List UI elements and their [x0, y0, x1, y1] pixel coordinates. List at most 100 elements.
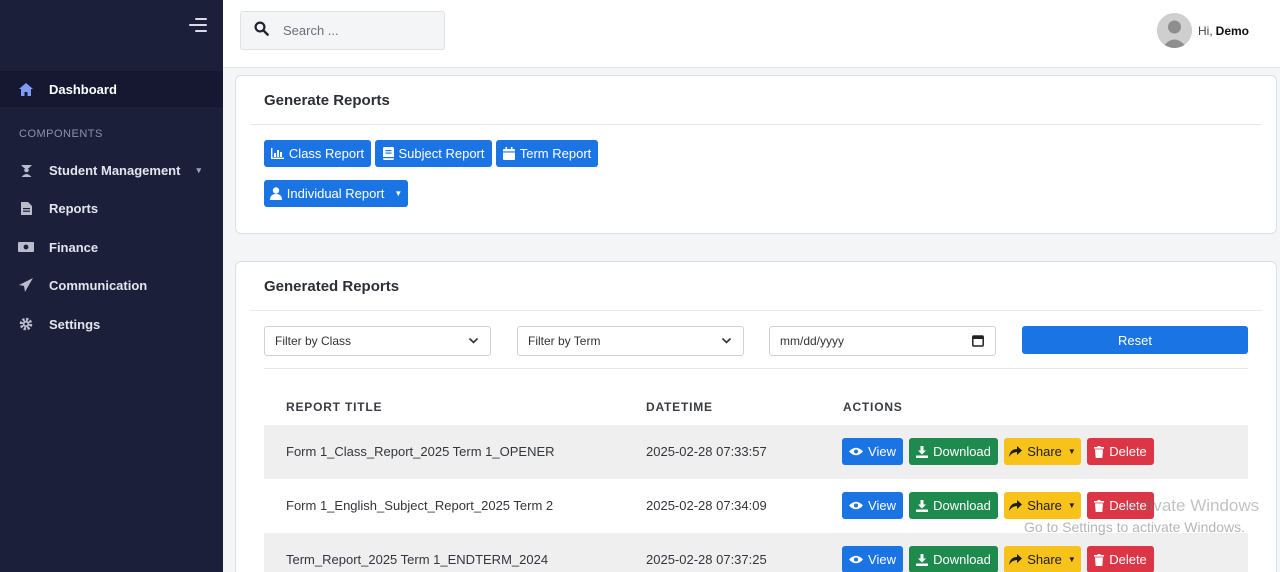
button-label: Delete	[1109, 552, 1147, 567]
button-label: View	[868, 444, 896, 459]
sidebar-item-finance[interactable]: Finance	[0, 229, 223, 265]
filter-term-select[interactable]: Filter by Term	[517, 326, 744, 356]
book-icon	[382, 147, 394, 160]
user-menu[interactable]: Hi, Demo	[1156, 13, 1249, 48]
column-header-title: REPORT TITLE	[286, 400, 383, 414]
button-label: Delete	[1109, 444, 1147, 459]
generate-reports-card: Generate Reports Class Report Subject Re…	[235, 75, 1277, 234]
divider	[250, 124, 1262, 125]
activate-windows-watermark: Activate Windows	[1125, 496, 1260, 515]
report-title: Term_Report_2025 Term 1_ENDTERM_2024	[286, 552, 549, 567]
button-label: Share	[1027, 498, 1062, 513]
report-datetime: 2025-02-28 07:34:09	[646, 498, 767, 513]
date-placeholder: mm/dd/yyyy	[780, 334, 845, 348]
avatar[interactable]	[1156, 13, 1192, 48]
chevron-down-icon	[721, 335, 732, 349]
button-label: Subject Report	[398, 146, 485, 161]
button-label: Download	[933, 552, 991, 567]
view-button[interactable]: View	[842, 492, 903, 519]
money-icon	[18, 239, 34, 255]
date-filter-input[interactable]: mm/dd/yyyy	[769, 326, 996, 356]
sidebar-item-label: Settings	[49, 316, 101, 332]
report-title: Form 1_Class_Report_2025 Term 1_OPENER	[286, 444, 555, 459]
sidebar-item-communication[interactable]: Communication	[0, 267, 223, 303]
class-report-button[interactable]: Class Report	[264, 140, 371, 167]
caret-down-icon: ▼	[1067, 555, 1076, 564]
report-datetime: 2025-02-28 07:33:57	[646, 444, 767, 459]
sidebar-item-student-management[interactable]: Student Management ▾	[0, 152, 223, 188]
sidebar-item-reports[interactable]: Reports	[0, 190, 223, 226]
paper-plane-icon	[18, 277, 34, 293]
trash-icon	[1094, 445, 1105, 458]
button-label: Download	[933, 498, 991, 513]
chevron-down-icon	[468, 335, 479, 349]
download-button[interactable]: Download	[909, 546, 998, 572]
select-value: Filter by Term	[528, 334, 601, 348]
button-label: Term Report	[519, 146, 592, 161]
eye-icon	[849, 501, 864, 510]
button-label: Reset	[1118, 332, 1152, 348]
trash-icon	[1094, 499, 1105, 512]
term-report-button[interactable]: Term Report	[496, 140, 598, 167]
divider	[250, 310, 1262, 311]
delete-button[interactable]: Delete	[1087, 546, 1154, 572]
download-button[interactable]: Download	[909, 438, 998, 465]
calendar-icon[interactable]	[972, 334, 984, 350]
sidebar-item-label: Reports	[49, 200, 99, 216]
share-icon	[1009, 446, 1023, 457]
sidebar-toggle-icon[interactable]	[189, 17, 207, 33]
individual-report-dropdown[interactable]: Individual Report ▼	[264, 180, 408, 207]
search-icon[interactable]	[254, 20, 269, 41]
file-icon	[18, 200, 34, 216]
button-label: Share	[1027, 444, 1062, 459]
bar-chart-icon	[270, 148, 284, 159]
chevron-down-icon: ▾	[196, 164, 201, 175]
select-value: Filter by Class	[275, 334, 352, 348]
share-dropdown-button[interactable]: Share ▼	[1004, 438, 1081, 465]
download-icon	[916, 553, 929, 566]
search-box	[240, 11, 445, 50]
download-icon	[916, 445, 929, 458]
sidebar-item-dashboard[interactable]: Dashboard	[0, 71, 223, 107]
sidebar-item-label: Student Management	[49, 162, 181, 178]
activate-windows-subtext: Go to Settings to activate Windows.	[1024, 519, 1245, 535]
search-input[interactable]	[283, 23, 423, 38]
caret-down-icon: ▼	[394, 189, 403, 198]
table-row: Form 1_Class_Report_2025 Term 1_OPENER 2…	[264, 425, 1248, 479]
view-button[interactable]: View	[842, 546, 903, 572]
button-label: Individual Report	[286, 186, 385, 201]
sidebar-item-settings[interactable]: Settings	[0, 306, 223, 342]
button-label: Download	[933, 444, 991, 459]
view-button[interactable]: View	[842, 438, 903, 465]
graduate-icon	[18, 162, 34, 178]
button-label: View	[868, 498, 896, 513]
download-button[interactable]: Download	[909, 492, 998, 519]
report-title: Form 1_English_Subject_Report_2025 Term …	[286, 498, 554, 513]
caret-down-icon: ▼	[1067, 447, 1076, 456]
card-title: Generate Reports	[264, 92, 390, 109]
username: Demo	[1215, 23, 1249, 38]
button-label: View	[868, 552, 896, 567]
divider	[264, 368, 1248, 369]
button-label: Class Report	[288, 146, 365, 161]
reset-button[interactable]: Reset	[1022, 326, 1248, 354]
eye-icon	[849, 555, 864, 564]
caret-down-icon: ▼	[1067, 501, 1076, 510]
gear-icon	[18, 316, 34, 332]
report-datetime: 2025-02-28 07:37:25	[646, 552, 767, 567]
share-dropdown-button[interactable]: Share ▼	[1004, 492, 1081, 519]
card-title: Generated Reports	[264, 278, 400, 295]
filter-class-select[interactable]: Filter by Class	[264, 326, 491, 356]
user-icon	[269, 187, 282, 200]
topbar: Hi, Demo	[223, 0, 1280, 68]
eye-icon	[849, 447, 864, 456]
column-header-datetime: DATETIME	[646, 400, 713, 414]
greeting-text: Hi,	[1197, 23, 1213, 38]
subject-report-button[interactable]: Subject Report	[375, 140, 492, 167]
share-icon	[1009, 554, 1023, 565]
sidebar: Dashboard COMPONENTS Student Management …	[0, 0, 223, 572]
delete-button[interactable]: Delete	[1087, 438, 1154, 465]
share-dropdown-button[interactable]: Share ▼	[1004, 546, 1081, 572]
sidebar-item-label: Dashboard	[49, 81, 117, 97]
share-icon	[1009, 500, 1023, 511]
